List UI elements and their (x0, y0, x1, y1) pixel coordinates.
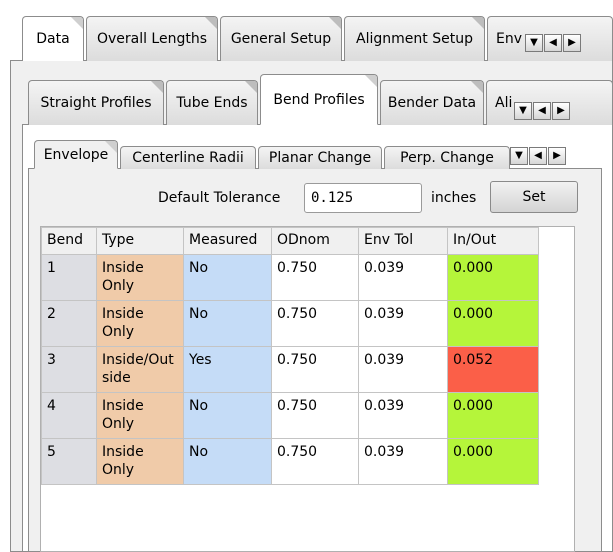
table-row[interactable]: 1 Inside Only No 0.750 0.039 0.000 (41, 254, 539, 301)
level2-tab-scroller: ▼ ◀ ▶ (514, 102, 570, 120)
tab-label: Bender Data (387, 95, 477, 111)
tab-label: Alignment Setup (356, 31, 473, 47)
cell-odnom[interactable]: 0.750 (271, 438, 359, 485)
default-tolerance-label: Default Tolerance (158, 190, 281, 206)
scroll-right-icon[interactable]: ▶ (563, 34, 581, 52)
set-button[interactable]: Set (490, 181, 578, 213)
cell-type[interactable]: Inside Only (96, 254, 184, 301)
tab-data[interactable]: Data (22, 16, 84, 61)
column-header-bend[interactable]: Bend (41, 227, 97, 255)
column-header-odnom[interactable]: ODnom (271, 227, 359, 255)
dropdown-arrow-icon[interactable]: ▼ (525, 34, 543, 52)
tab-label: Centerline Radii (132, 150, 244, 166)
tab-bend-profiles[interactable]: Bend Profiles (260, 74, 378, 125)
tab-alignment-setup[interactable]: Alignment Setup (344, 16, 485, 61)
cell-in-out[interactable]: 0.000 (447, 392, 539, 439)
tab-label: Straight Profiles (40, 95, 152, 111)
cell-bend[interactable]: 5 (41, 438, 97, 485)
tab-overall-lengths[interactable]: Overall Lengths (86, 16, 218, 61)
tab-bender-data[interactable]: Bender Data (380, 80, 484, 125)
cell-bend[interactable]: 4 (41, 392, 97, 439)
cell-type[interactable]: Inside Only (96, 392, 184, 439)
table-row[interactable]: 4 Inside Only No 0.750 0.039 0.000 (41, 392, 539, 439)
cell-in-out[interactable]: 0.000 (447, 438, 539, 485)
tab-label: Ali (495, 95, 513, 111)
cell-env-tol[interactable]: 0.039 (358, 254, 448, 301)
column-header-in-out[interactable]: In/Out (447, 227, 539, 255)
dropdown-arrow-icon[interactable]: ▼ (514, 102, 532, 120)
cell-odnom[interactable]: 0.750 (271, 300, 359, 347)
tolerance-unit-label: inches (431, 190, 477, 206)
scroll-right-icon[interactable]: ▶ (548, 147, 566, 165)
table-header-row: Bend Type Measured ODnom Env Tol In/Out (41, 227, 539, 255)
cell-measured[interactable]: No (183, 438, 272, 485)
tab-label: Envelope (43, 146, 109, 163)
cell-odnom[interactable]: 0.750 (271, 346, 359, 393)
cell-measured[interactable]: Yes (183, 346, 272, 393)
tab-label: General Setup (230, 31, 332, 47)
cell-env-tol[interactable]: 0.039 (358, 438, 448, 485)
cell-measured[interactable]: No (183, 300, 272, 347)
scroll-left-icon[interactable]: ◀ (529, 147, 547, 165)
tab-label: Bend Profiles (273, 91, 365, 108)
column-header-env-tol[interactable]: Env Tol (358, 227, 448, 255)
table-row[interactable]: 5 Inside Only No 0.750 0.039 0.000 (41, 438, 539, 485)
cell-env-tol[interactable]: 0.039 (358, 392, 448, 439)
tab-straight-profiles[interactable]: Straight Profiles (28, 80, 164, 125)
column-header-type[interactable]: Type (96, 227, 184, 255)
cell-bend[interactable]: 3 (41, 346, 97, 393)
scroll-left-icon[interactable]: ◀ (533, 102, 551, 120)
cell-env-tol[interactable]: 0.039 (358, 300, 448, 347)
cell-in-out[interactable]: 0.000 (447, 300, 539, 347)
cell-type[interactable]: Inside Only (96, 300, 184, 347)
tab-label: Overall Lengths (96, 31, 208, 47)
scroll-left-icon[interactable]: ◀ (544, 34, 562, 52)
cell-in-out[interactable]: 0.000 (447, 254, 539, 301)
scroll-right-icon[interactable]: ▶ (552, 102, 570, 120)
cell-type[interactable]: Inside/Outside (96, 346, 184, 393)
cell-odnom[interactable]: 0.750 (271, 392, 359, 439)
level3-tab-scroller: ▼ ◀ ▶ (510, 147, 566, 165)
cell-measured[interactable]: No (183, 254, 272, 301)
tab-label: Perp. Change (400, 150, 494, 166)
bend-envelope-table: Bend Type Measured ODnom Env Tol In/Out … (41, 227, 539, 485)
tab-planar-change[interactable]: Planar Change (258, 146, 382, 169)
tab-centerline-radii[interactable]: Centerline Radii (120, 146, 256, 169)
tab-tube-ends[interactable]: Tube Ends (166, 80, 258, 125)
tab-label: Data (36, 31, 70, 47)
tab-perp-change[interactable]: Perp. Change (384, 146, 510, 169)
tab-label: Planar Change (268, 150, 372, 166)
default-tolerance-input[interactable] (304, 183, 422, 213)
cell-bend[interactable]: 1 (41, 254, 97, 301)
table-row[interactable]: 2 Inside Only No 0.750 0.039 0.000 (41, 300, 539, 347)
bend-profiles-window: Data Overall Lengths General Setup Align… (0, 0, 613, 552)
tab-envelope[interactable]: Envelope (34, 140, 118, 169)
cell-in-out[interactable]: 0.052 (447, 346, 539, 393)
level1-tab-scroller: ▼ ◀ ▶ (525, 34, 581, 52)
cell-bend[interactable]: 2 (41, 300, 97, 347)
cell-measured[interactable]: No (183, 392, 272, 439)
column-header-measured[interactable]: Measured (183, 227, 272, 255)
cell-type[interactable]: Inside Only (96, 438, 184, 485)
cell-env-tol[interactable]: 0.039 (358, 346, 448, 393)
dropdown-arrow-icon[interactable]: ▼ (510, 147, 528, 165)
tab-label: Tube Ends (176, 95, 248, 111)
tab-label: Env (496, 31, 523, 47)
table-row[interactable]: 3 Inside/Outside Yes 0.750 0.039 0.052 (41, 346, 539, 393)
tab-general-setup[interactable]: General Setup (220, 16, 342, 61)
cell-odnom[interactable]: 0.750 (271, 254, 359, 301)
